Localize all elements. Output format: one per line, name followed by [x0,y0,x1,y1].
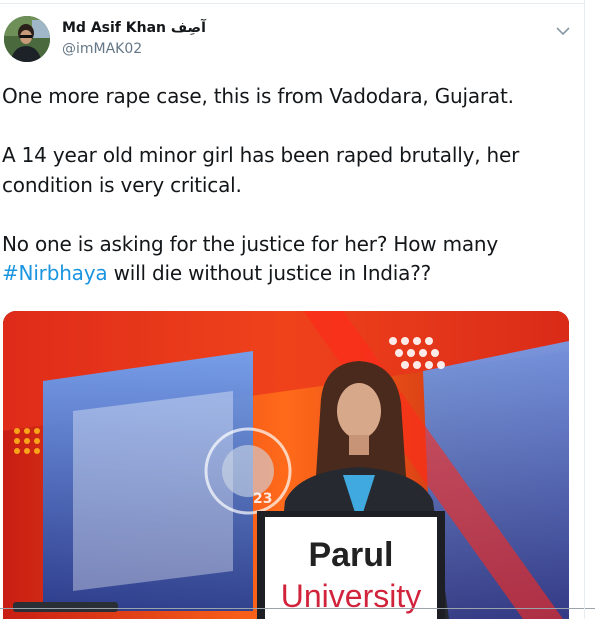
tweet-line: A 14 year old minor girl has been raped … [2,143,520,167]
hashtag-link[interactable]: #Nirbhaya [2,261,108,285]
author-handle[interactable]: @imMAK02 [62,41,142,57]
tweet-line: No one is asking for the justice for her… [2,231,499,256]
tweet-text: One more rape case, this is from Vadodar… [2,82,577,289]
chevron-down-icon[interactable] [555,22,571,36]
divider [0,608,595,609]
media-timestamp-badge [13,602,118,612]
avatar[interactable] [4,16,50,62]
podium-line1: Parul [308,536,393,574]
screen-number: 23 [253,491,272,507]
divider [0,3,585,4]
tweet-line-rest: will die without justice in India?? [107,261,432,285]
tweet-card[interactable]: Md Asif Khan آصِف @imMAK02 One more rape… [0,0,585,619]
tweet-line: condition is very critical. [2,172,242,197]
tweet-line: #Nirbhaya will die without justice in In… [2,259,577,289]
author-display-name[interactable]: Md Asif Khan آصِف [62,20,206,36]
tweet-media-video[interactable]: 23 Parul University [3,311,569,619]
tweet-line: One more rape case, this is from Vadodar… [2,84,514,108]
divider [584,0,585,619]
